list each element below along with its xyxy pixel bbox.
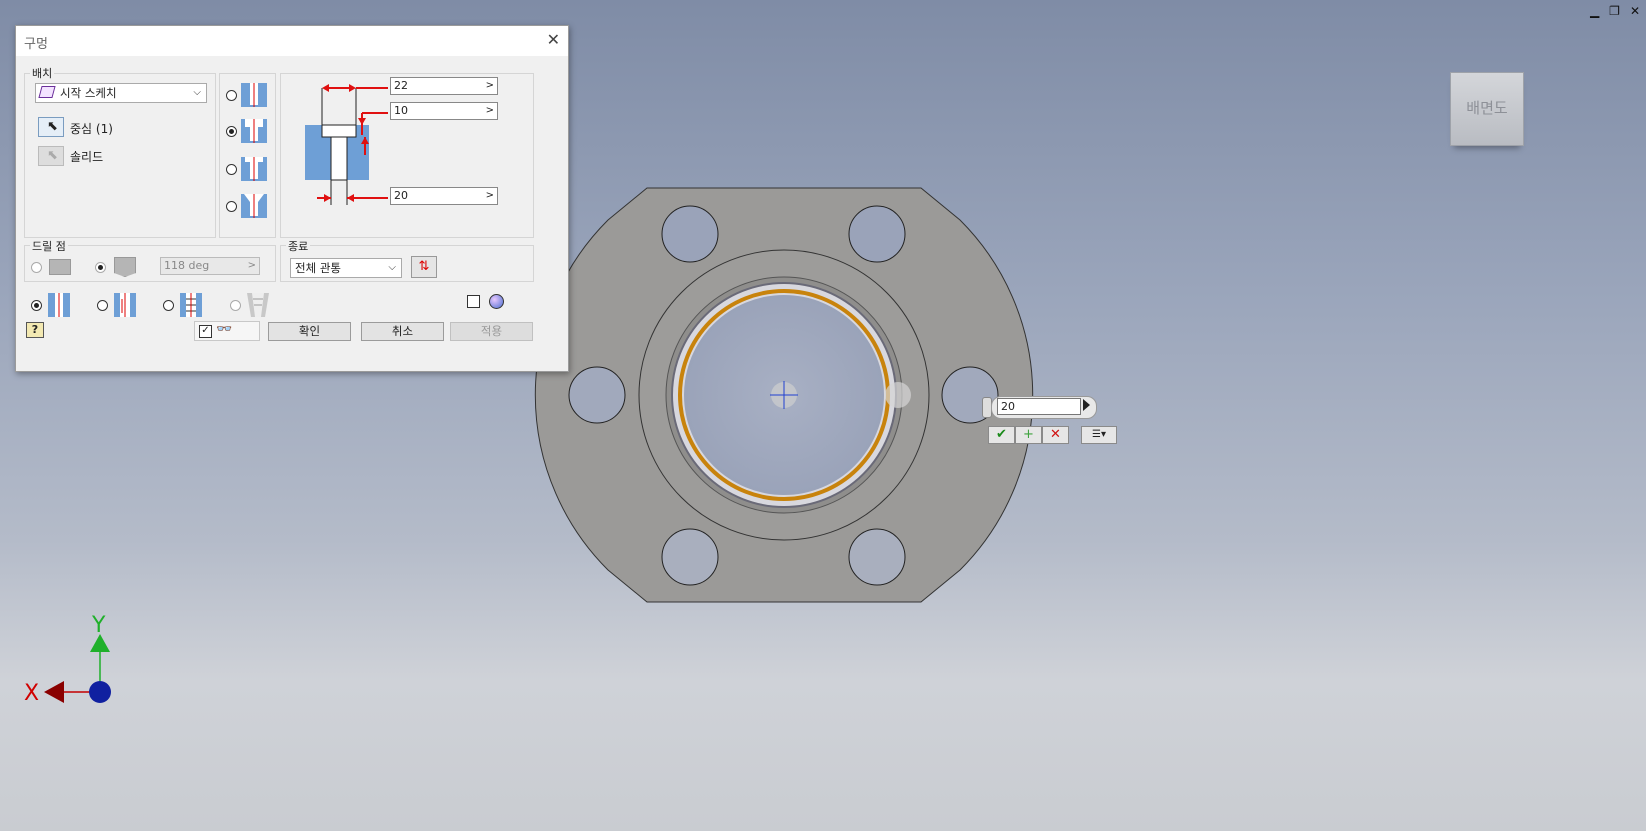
chevron-down-icon: ⌵ (388, 262, 396, 273)
placement-type-select[interactable]: 시작 스케치 ⌵ (35, 83, 207, 103)
preview-toggle[interactable]: ✓ 👓 (194, 321, 260, 341)
drill-flat-radio[interactable] (31, 262, 42, 273)
termination-select[interactable]: 전체 관통 ⌵ (290, 258, 402, 278)
mini-value-input[interactable]: 20 (997, 398, 1081, 415)
flip-direction-button[interactable]: ⇅ (411, 256, 437, 278)
drill-angle-value: 118 deg (164, 259, 210, 272)
apply-button[interactable]: 적용 (450, 322, 533, 341)
chevron-right-icon[interactable]: > (486, 103, 494, 119)
mini-ok-button[interactable]: ✔ (988, 426, 1015, 444)
placement-label: 배치 (30, 65, 55, 81)
close-window-button[interactable]: ✕ (1630, 4, 1640, 18)
termination-value: 전체 관통 (295, 261, 341, 275)
chevron-right-icon: > (247, 260, 256, 271)
window-controls: ▁ ❐ ✕ (1590, 4, 1640, 18)
dialog-titlebar[interactable]: 구멍 ✕ (16, 26, 568, 56)
chevron-down-icon: ⌵ (193, 87, 201, 98)
hole-clearance-radio[interactable] (97, 300, 108, 311)
x-axis-label: X (24, 681, 39, 706)
placement-type-value: 시작 스케치 (60, 86, 117, 100)
counterbore-depth-value: 10 (394, 104, 408, 117)
cancel-button[interactable]: 취소 (361, 322, 444, 341)
preview-checkbox[interactable]: ✓ (199, 325, 212, 338)
hole-taper-tapped-radio[interactable] (230, 300, 241, 311)
ok-button[interactable]: 확인 (268, 322, 351, 341)
hole-tapped-radio[interactable] (163, 300, 174, 311)
sketch-icon (38, 86, 56, 98)
counterbore-depth-input[interactable]: 10 > (390, 102, 498, 120)
hole-diameter-value: 20 (394, 189, 408, 202)
bolt-hole (568, 366, 626, 424)
counterbore-diagram (305, 84, 388, 205)
bolt-hole (848, 528, 906, 586)
mini-cancel-button[interactable]: ✕ (1042, 426, 1069, 444)
checkbox-unchecked[interactable] (467, 295, 480, 308)
hole-type-spotface-radio[interactable] (226, 164, 237, 175)
counterbore-diameter-value: 22 (394, 79, 408, 92)
hole-drilled-radio[interactable] (31, 300, 42, 311)
hole-type-countersink-radio[interactable] (226, 201, 237, 212)
drill-point-label: 드릴 점 (30, 238, 68, 254)
glasses-icon: 👓 (216, 322, 233, 337)
solid-select-button[interactable]: ⬉ (38, 146, 64, 166)
part-model[interactable] (530, 180, 1050, 610)
help-icon[interactable]: ? (26, 322, 44, 338)
solid-label: 솔리드 (70, 150, 104, 164)
axis-triad: Y X (24, 613, 111, 706)
bolt-hole (661, 205, 719, 263)
drill-angle-radio[interactable] (95, 262, 106, 273)
bolt-hole (848, 205, 906, 263)
angle-drill-icon (114, 257, 136, 277)
drilled-icon (48, 293, 70, 317)
hole-type-counterbore-radio[interactable] (226, 126, 237, 137)
flat-drill-icon (49, 259, 71, 275)
hole-type-simple-radio[interactable] (226, 90, 237, 101)
cursor-arrow-icon: ⬉ (47, 119, 58, 134)
hole-dialog: 구멍 ✕ 배치 시작 스케치 ⌵ ⬉ 중심 (1) ⬉ 솔리드 22 > 10 … (15, 25, 569, 372)
mini-expand-icon[interactable] (1083, 399, 1090, 411)
minimize-button[interactable]: ▁ (1590, 4, 1599, 18)
grip-marker (885, 382, 911, 408)
mini-apply-button[interactable]: + (1015, 426, 1042, 444)
restore-button[interactable]: ❐ (1609, 4, 1620, 18)
chevron-right-icon[interactable]: > (486, 188, 494, 204)
cursor-arrow-icon: ⬉ (47, 148, 58, 163)
tapped-icon (180, 293, 202, 317)
y-axis-label: Y (91, 613, 106, 638)
clearance-icon (114, 293, 136, 317)
dialog-title: 구멍 (24, 37, 48, 52)
center-label: 중심 (1) (70, 122, 113, 136)
countersink-hole-icon (241, 194, 267, 218)
center-select-button[interactable]: ⬉ (38, 117, 64, 137)
counterbore-hole-icon (241, 119, 267, 143)
viewcube-label: 배면도 (1466, 99, 1508, 117)
simple-hole-icon (241, 83, 267, 107)
drill-angle-input: 118 deg > (160, 257, 260, 275)
taper-tapped-icon (247, 293, 269, 317)
bolt-hole (661, 528, 719, 586)
hole-diameter-input[interactable]: 20 > (390, 187, 498, 205)
viewcube[interactable]: 배면도 (1450, 72, 1524, 146)
chevron-right-icon[interactable]: > (486, 78, 494, 94)
spotface-hole-icon (241, 157, 267, 181)
termination-label: 종료 (286, 238, 311, 254)
dialog-close-icon[interactable]: ✕ (547, 30, 560, 49)
mini-options-button[interactable]: ☰▾ (1081, 426, 1117, 444)
color-override-icon[interactable] (489, 294, 504, 309)
counterbore-diameter-input[interactable]: 22 > (390, 77, 498, 95)
